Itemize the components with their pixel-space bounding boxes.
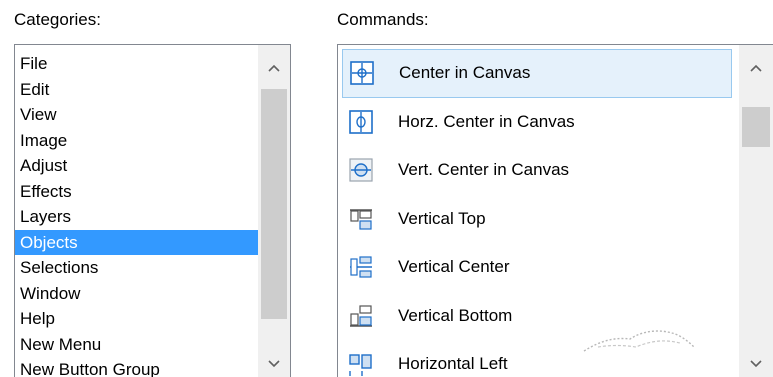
command-item[interactable]: Vertical Top bbox=[342, 195, 732, 244]
command-item[interactable]: Horz. Center in Canvas bbox=[342, 98, 732, 147]
scroll-down-icon[interactable] bbox=[258, 349, 290, 377]
center-in-canvas-icon bbox=[349, 60, 375, 86]
category-item-file[interactable]: File bbox=[15, 51, 259, 77]
category-item-new-menu[interactable]: New Menu bbox=[15, 332, 259, 358]
category-item-effects[interactable]: Effects bbox=[15, 179, 259, 205]
scroll-up-icon[interactable] bbox=[258, 53, 290, 83]
categories-listbox[interactable]: File Edit View Image Adjust Effects Laye… bbox=[14, 44, 291, 377]
watermark-scribble bbox=[583, 330, 695, 352]
vert-center-icon bbox=[348, 157, 374, 183]
command-label: Vert. Center in Canvas bbox=[398, 160, 570, 180]
category-item-view[interactable]: View bbox=[15, 102, 259, 128]
align-horizontal-left-icon bbox=[348, 351, 374, 377]
commands-scrollbar[interactable] bbox=[739, 45, 773, 377]
command-label: Center in Canvas bbox=[399, 63, 531, 83]
category-item-selections[interactable]: Selections bbox=[15, 255, 259, 281]
category-item-window[interactable]: Window bbox=[15, 281, 259, 307]
category-item-image[interactable]: Image bbox=[15, 128, 259, 154]
categories-label: Categories: bbox=[14, 10, 101, 29]
command-label: Vertical Top bbox=[398, 208, 486, 228]
commands-listbox[interactable]: Center in Canvas Horz. Center in Canvas … bbox=[337, 44, 773, 377]
categories-scrollbar[interactable] bbox=[258, 45, 290, 377]
categories-list: File Edit View Image Adjust Effects Laye… bbox=[15, 51, 259, 377]
align-vertical-center-icon bbox=[348, 254, 374, 280]
command-label: Horz. Center in Canvas bbox=[398, 111, 575, 131]
command-label: Vertical Center bbox=[398, 257, 510, 277]
command-item[interactable]: Center in Canvas bbox=[342, 49, 732, 98]
category-item-new-button-group[interactable]: New Button Group bbox=[15, 357, 259, 377]
scroll-down-icon[interactable] bbox=[739, 349, 773, 377]
commands-label: Commands: bbox=[337, 10, 429, 29]
align-vertical-top-icon bbox=[348, 206, 374, 232]
category-item-adjust[interactable]: Adjust bbox=[15, 153, 259, 179]
category-item-layers[interactable]: Layers bbox=[15, 204, 259, 230]
command-label: Horizontal Left bbox=[398, 354, 508, 374]
command-item[interactable]: Vert. Center in Canvas bbox=[342, 146, 732, 195]
category-item-edit[interactable]: Edit bbox=[15, 77, 259, 103]
scroll-up-icon[interactable] bbox=[739, 53, 773, 83]
command-item[interactable]: Vertical Center bbox=[342, 243, 732, 292]
commands-scroll-thumb[interactable] bbox=[742, 107, 770, 147]
command-label: Vertical Bottom bbox=[398, 305, 513, 325]
align-vertical-bottom-icon bbox=[348, 303, 374, 329]
categories-scroll-thumb[interactable] bbox=[261, 89, 287, 319]
horz-center-icon bbox=[348, 109, 374, 135]
category-item-objects[interactable]: Objects bbox=[15, 229, 259, 255]
category-item-help[interactable]: Help bbox=[15, 306, 259, 332]
